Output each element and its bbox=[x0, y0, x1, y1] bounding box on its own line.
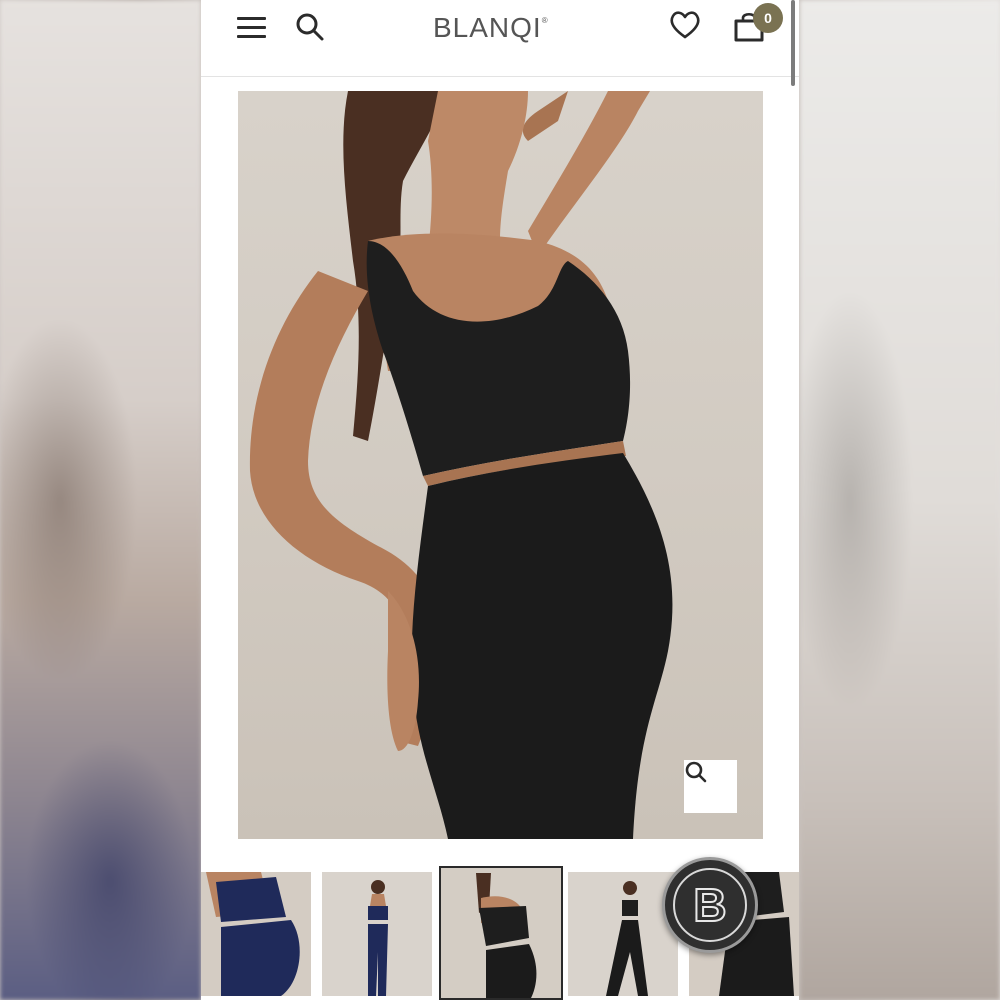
menu-icon[interactable] bbox=[236, 14, 268, 42]
thumbnail-1[interactable] bbox=[201, 872, 311, 996]
scrollbar[interactable] bbox=[791, 0, 795, 86]
product-image[interactable] bbox=[238, 91, 763, 839]
site-header: BLANQI® 0 bbox=[201, 0, 799, 86]
logo-registered-mark: ® bbox=[541, 16, 549, 25]
search-icon[interactable] bbox=[294, 11, 326, 43]
thumbnail-3[interactable] bbox=[439, 866, 563, 1000]
thumbnail-4[interactable] bbox=[568, 872, 678, 996]
background-blur-right bbox=[800, 0, 1000, 1000]
logo-text: BLANQI bbox=[433, 12, 542, 43]
brand-logo[interactable]: BLANQI® bbox=[433, 12, 573, 44]
mobile-page: BLANQI® 0 B bbox=[201, 0, 799, 1000]
search-icon bbox=[685, 761, 707, 783]
zoom-button[interactable] bbox=[684, 760, 737, 813]
brand-button-letter: B bbox=[692, 878, 727, 932]
thumbnail-2[interactable] bbox=[322, 872, 432, 996]
background-blur-left bbox=[0, 0, 201, 1000]
heart-icon[interactable] bbox=[668, 9, 702, 41]
model-illustration bbox=[249, 91, 673, 839]
cart-count-badge: 0 bbox=[753, 3, 783, 33]
brand-button-ring: B bbox=[673, 868, 747, 942]
brand-chat-button[interactable]: B bbox=[662, 857, 758, 953]
